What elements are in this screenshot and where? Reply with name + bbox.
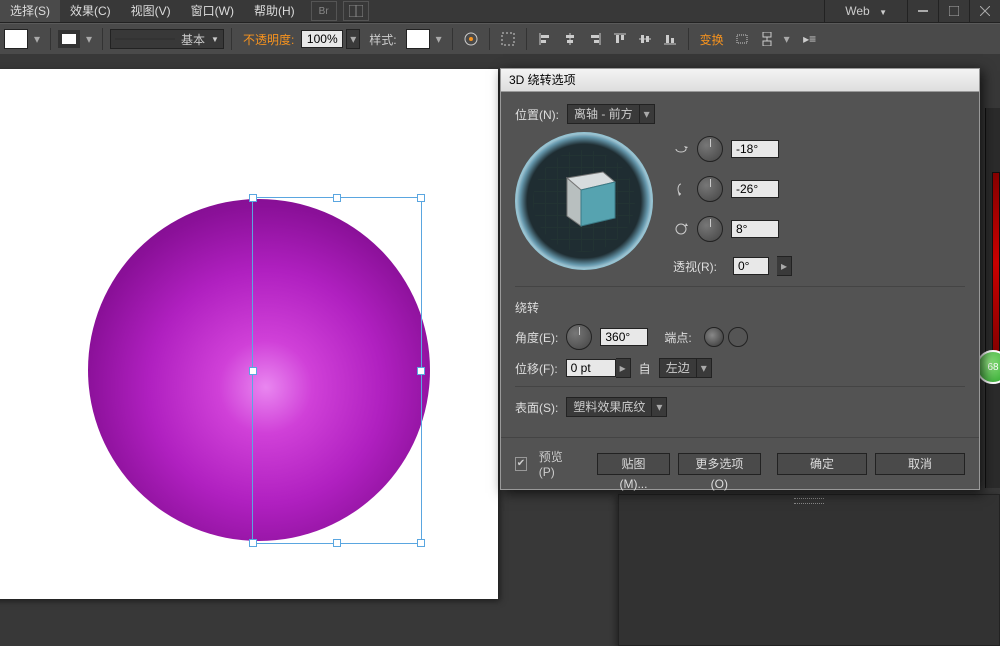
window-maximize-icon[interactable]: [938, 0, 969, 22]
preview-label: 预览(P): [539, 448, 572, 479]
align-center-h-icon[interactable]: [559, 28, 581, 50]
cube-preview-icon[interactable]: [553, 164, 623, 234]
align-middle-v-icon[interactable]: [634, 28, 656, 50]
window-minimize-icon[interactable]: [907, 0, 938, 22]
selection-box[interactable]: [252, 197, 422, 544]
rotate-x-icon: [673, 141, 689, 157]
arrange-docs-icon[interactable]: [343, 1, 369, 21]
handle-mr[interactable]: [417, 367, 425, 375]
handle-ml[interactable]: [249, 367, 257, 375]
surface-dropdown-icon[interactable]: ▾: [652, 397, 667, 417]
perspective-label: 透视(R):: [673, 258, 717, 275]
transform-constrain-icon[interactable]: [756, 28, 778, 50]
fill-dropdown-icon[interactable]: ▾: [31, 30, 43, 48]
bridge-icon[interactable]: Br: [311, 1, 337, 21]
recolor-icon[interactable]: [460, 28, 482, 50]
rotate-z-input[interactable]: 8°: [731, 220, 779, 238]
surface-label: 表面(S):: [515, 399, 558, 416]
transform-width-icon[interactable]: [731, 28, 753, 50]
angle-input[interactable]: 360°: [600, 328, 648, 346]
style-dropdown-icon[interactable]: ▾: [433, 30, 445, 48]
from-select[interactable]: 左边: [659, 358, 697, 378]
more-options-button[interactable]: 更多选项(O): [678, 453, 761, 475]
artboard: [0, 69, 498, 599]
dialog-footer: ✔ 预览(P) 贴图(M)... 更多选项(O) 确定 取消: [501, 437, 979, 489]
align-top-icon[interactable]: [609, 28, 631, 50]
style-swatch[interactable]: [406, 29, 430, 49]
divider-2: [515, 386, 965, 387]
transform-dropdown-icon[interactable]: ▾: [781, 30, 793, 48]
transform-label[interactable]: 变换: [700, 31, 724, 48]
rotate-y-dial[interactable]: [697, 176, 723, 202]
position-select[interactable]: 离轴 - 前方: [567, 104, 640, 124]
handle-tl[interactable]: [249, 194, 257, 202]
isolate-icon[interactable]: [497, 28, 519, 50]
rotate-z-dial[interactable]: [697, 216, 723, 242]
menu-view[interactable]: 视图(V): [121, 0, 181, 22]
workspace-switcher[interactable]: Web ▼: [824, 0, 907, 22]
divider: [515, 286, 965, 287]
cancel-button[interactable]: 取消: [875, 453, 965, 475]
angle-label: 角度(E):: [515, 329, 558, 346]
workspace-label: Web: [845, 4, 869, 18]
opacity-label: 不透明度:: [243, 31, 294, 48]
control-menu-icon[interactable]: ▸≡: [799, 28, 821, 50]
stroke-profile-label: 基本: [181, 31, 205, 48]
lower-panel[interactable]: [618, 494, 1000, 646]
stroke-swatch[interactable]: [58, 30, 80, 48]
position-label: 位置(N):: [515, 106, 559, 123]
angle-dial[interactable]: [566, 324, 592, 350]
rotate-y-input[interactable]: -26°: [731, 180, 779, 198]
dialog-3d-revolve: 3D 绕转选项 位置(N): 离轴 - 前方 ▾: [500, 68, 980, 490]
handle-br[interactable]: [417, 539, 425, 547]
control-bar: ▾ ▾ 基本 ▼ 不透明度: 100% ▾ 样式: ▾ 变换 ▾ ▸≡: [0, 23, 1000, 55]
cap-on-button[interactable]: [704, 327, 724, 347]
offset-label: 位移(F):: [515, 360, 558, 377]
from-label: 自: [639, 360, 651, 377]
color-panel-peek[interactable]: [992, 172, 1000, 354]
position-dropdown-icon[interactable]: ▾: [640, 104, 655, 124]
fill-swatch[interactable]: [4, 29, 28, 49]
rotate-y-icon: [673, 181, 689, 197]
window-close-icon[interactable]: [969, 0, 1000, 22]
rotate-x-dial[interactable]: [697, 136, 723, 162]
angle-inputs: -18° -26° 8° 透视(R): 0° ▸: [673, 132, 792, 276]
rotate-x-input[interactable]: -18°: [731, 140, 779, 158]
handle-tm[interactable]: [333, 194, 341, 202]
offset-input[interactable]: 0 pt: [566, 359, 616, 377]
revolve-section-label: 绕转: [515, 299, 965, 316]
map-art-button[interactable]: 贴图(M)...: [597, 453, 669, 475]
stroke-profile-picker[interactable]: 基本 ▼: [110, 29, 224, 49]
opacity-input[interactable]: 100%: [301, 30, 343, 48]
opacity-dropdown-icon[interactable]: ▾: [346, 29, 360, 49]
menu-window[interactable]: 窗口(W): [181, 0, 244, 22]
handle-bl[interactable]: [249, 539, 257, 547]
handle-bm[interactable]: [333, 539, 341, 547]
menu-bar: 选择(S) 效果(C) 视图(V) 窗口(W) 帮助(H) Br Web ▼: [0, 0, 1000, 23]
surface-select[interactable]: 塑料效果底纹: [566, 397, 652, 417]
rotate-z-icon: [673, 221, 689, 237]
menu-select[interactable]: 选择(S): [0, 0, 60, 22]
stroke-dropdown-icon[interactable]: ▾: [83, 30, 95, 48]
offset-dropdown-icon[interactable]: ▸: [616, 358, 631, 378]
align-bottom-icon[interactable]: [659, 28, 681, 50]
perspective-input[interactable]: 0°: [733, 257, 769, 275]
from-dropdown-icon[interactable]: ▾: [697, 358, 712, 378]
preview-checkbox[interactable]: ✔: [515, 457, 527, 471]
align-left-icon[interactable]: [534, 28, 556, 50]
align-right-icon[interactable]: [584, 28, 606, 50]
panel-grip-icon[interactable]: [794, 498, 824, 504]
style-label: 样式:: [369, 31, 396, 48]
cap-label: 端点:: [664, 329, 691, 346]
rotation-trackball[interactable]: [515, 132, 653, 270]
menu-effects[interactable]: 效果(C): [60, 0, 121, 22]
cap-off-button[interactable]: [728, 327, 748, 347]
handle-tr[interactable]: [417, 194, 425, 202]
stroke-line-icon: [115, 38, 175, 40]
menu-help[interactable]: 帮助(H): [244, 0, 305, 22]
dialog-title[interactable]: 3D 绕转选项: [501, 69, 979, 92]
ok-button[interactable]: 确定: [777, 453, 867, 475]
perspective-dropdown-icon[interactable]: ▸: [777, 256, 792, 276]
